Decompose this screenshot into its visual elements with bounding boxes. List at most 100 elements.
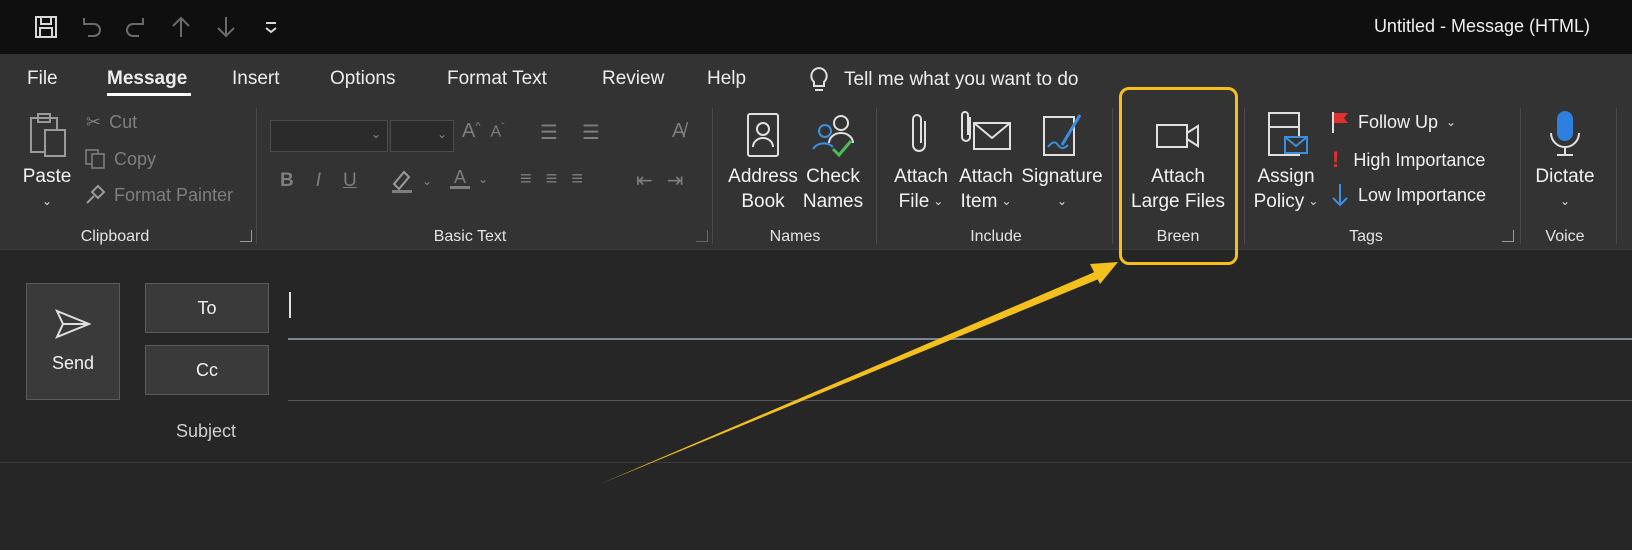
font-grow-shrink: A^ Aˇ: [462, 120, 505, 143]
cut-button[interactable]: ✂ Cut: [86, 112, 137, 133]
tags-group-label: Tags: [1349, 228, 1383, 245]
customize-qat-icon[interactable]: [256, 12, 286, 42]
decrease-indent-icon[interactable]: ⇤: [636, 168, 653, 193]
format-painter-button[interactable]: Format Painter: [84, 184, 233, 206]
check-names-label-line1: Check: [806, 166, 860, 187]
undo-icon[interactable]: [76, 12, 106, 42]
paste-button[interactable]: Paste ⌄: [22, 106, 72, 214]
send-button[interactable]: Send: [26, 283, 120, 400]
window-title: Untitled - Message (HTML): [1373, 16, 1590, 36]
address-book-icon: [745, 106, 781, 164]
chevron-down-icon: ⌄: [436, 127, 447, 141]
grow-font-icon[interactable]: A^: [462, 120, 481, 143]
dictate-label: Dictate: [1535, 166, 1595, 187]
font-color-swatch: [450, 186, 470, 189]
bold-button[interactable]: B: [280, 170, 294, 192]
attach-item-button[interactable]: Attach Item ⌄: [956, 106, 1016, 214]
underline-button[interactable]: U: [343, 170, 357, 192]
group-separator: [256, 108, 257, 244]
tags-dialog-launcher-icon[interactable]: [1502, 230, 1514, 242]
tell-me-label: Tell me what you want to do: [844, 69, 1079, 90]
group-separator: [1244, 108, 1245, 244]
address-book-button[interactable]: Address Book: [728, 106, 798, 214]
bullets-icon[interactable]: ☰: [540, 120, 558, 145]
follow-up-button[interactable]: Follow Up ⌄: [1330, 110, 1456, 134]
attach-file-label-line2: File: [898, 191, 930, 212]
tab-insert[interactable]: Insert: [232, 68, 280, 90]
highlight-color-button[interactable]: ⌄: [390, 168, 432, 194]
clipboard-dialog-launcher-icon[interactable]: [240, 230, 252, 242]
low-importance-button[interactable]: Low Importance: [1330, 182, 1486, 208]
ribbon-tab-bar: File Message Insert Options Format Text …: [0, 54, 1632, 100]
shrink-font-icon[interactable]: Aˇ: [491, 122, 505, 141]
paste-label: Paste: [22, 166, 72, 187]
align-center-icon[interactable]: ≡: [546, 168, 558, 191]
up-arrow-icon[interactable]: [166, 12, 196, 42]
paperclip-icon: [907, 106, 935, 164]
italic-button[interactable]: I: [316, 170, 321, 192]
redo-icon[interactable]: [121, 12, 151, 42]
names-group-label: Names: [769, 228, 821, 245]
numbering-icon[interactable]: ☰: [582, 120, 600, 145]
dictate-button[interactable]: Dictate ⌄: [1530, 106, 1600, 214]
copy-button[interactable]: Copy: [84, 148, 156, 170]
align-right-icon[interactable]: ≡: [571, 168, 583, 191]
microphone-icon: [1547, 106, 1583, 164]
low-importance-label: Low Importance: [1358, 184, 1487, 205]
tab-options[interactable]: Options: [330, 68, 395, 90]
font-style-buttons: B I U: [280, 170, 357, 192]
tell-me-search[interactable]: Tell me what you want to do: [808, 66, 1078, 94]
address-book-label-line2: Book: [741, 191, 785, 212]
group-separator: [1616, 108, 1617, 244]
attach-file-button[interactable]: Attach File ⌄: [890, 106, 952, 214]
text-cursor: [289, 292, 291, 318]
assign-policy-label-line1: Assign: [1257, 166, 1315, 187]
check-names-button[interactable]: Check Names: [802, 106, 864, 214]
tab-help[interactable]: Help: [707, 68, 746, 90]
align-left-icon[interactable]: ≡: [520, 168, 532, 191]
copy-label: Copy: [114, 148, 157, 169]
chevron-down-icon: ⌄: [1056, 194, 1068, 208]
send-icon: [55, 309, 91, 339]
clear-formatting-icon[interactable]: A̸: [672, 120, 685, 143]
font-size-combo[interactable]: ⌄: [390, 120, 454, 152]
signature-icon: [1040, 106, 1084, 164]
signature-button[interactable]: Signature ⌄: [1020, 106, 1104, 214]
assign-policy-button[interactable]: Assign Policy ⌄: [1250, 106, 1322, 214]
cc-field-input[interactable]: [288, 400, 1632, 401]
to-button[interactable]: To: [145, 283, 269, 333]
assign-policy-label-line2: Policy: [1253, 191, 1305, 212]
chevron-down-icon: ⌄: [41, 194, 53, 208]
basic-text-dialog-launcher-icon[interactable]: [696, 230, 708, 242]
highlighter-icon: [392, 170, 412, 193]
cc-button[interactable]: Cc: [145, 345, 269, 395]
to-field-input[interactable]: [288, 338, 1632, 340]
include-group-label: Include: [970, 228, 1022, 245]
tab-message[interactable]: Message: [107, 68, 187, 90]
send-label: Send: [51, 353, 95, 373]
save-icon[interactable]: [31, 12, 61, 42]
lightbulb-icon: [810, 66, 828, 91]
increase-indent-icon[interactable]: ⇥: [667, 168, 684, 193]
paste-icon: [25, 106, 69, 164]
tab-review[interactable]: Review: [602, 68, 664, 90]
down-arrow-icon[interactable]: [211, 12, 241, 42]
tab-format-text[interactable]: Format Text: [447, 68, 547, 90]
group-separator: [876, 108, 877, 244]
high-importance-button[interactable]: ! High Importance: [1332, 147, 1485, 173]
chevron-down-icon: ⌄: [478, 171, 489, 186]
voice-group-label: Voice: [1545, 228, 1585, 245]
chevron-down-icon: ⌄: [1001, 194, 1012, 208]
assign-policy-icon: [1263, 106, 1309, 164]
check-names-label-line2: Names: [802, 191, 864, 212]
tab-file[interactable]: File: [27, 68, 58, 90]
chevron-down-icon: ⌄: [933, 194, 944, 208]
paintbrush-icon: [86, 184, 106, 204]
attach-item-label-line2: Item: [960, 191, 998, 212]
down-arrow-blue-icon: [1332, 184, 1348, 207]
high-importance-label: High Importance: [1353, 149, 1486, 170]
compose-area: Send To Cc Subject: [0, 250, 1632, 550]
font-name-combo[interactable]: ⌄: [270, 120, 388, 152]
font-color-button[interactable]: A ⌄: [450, 168, 488, 189]
attach-item-icon: [960, 106, 1012, 164]
